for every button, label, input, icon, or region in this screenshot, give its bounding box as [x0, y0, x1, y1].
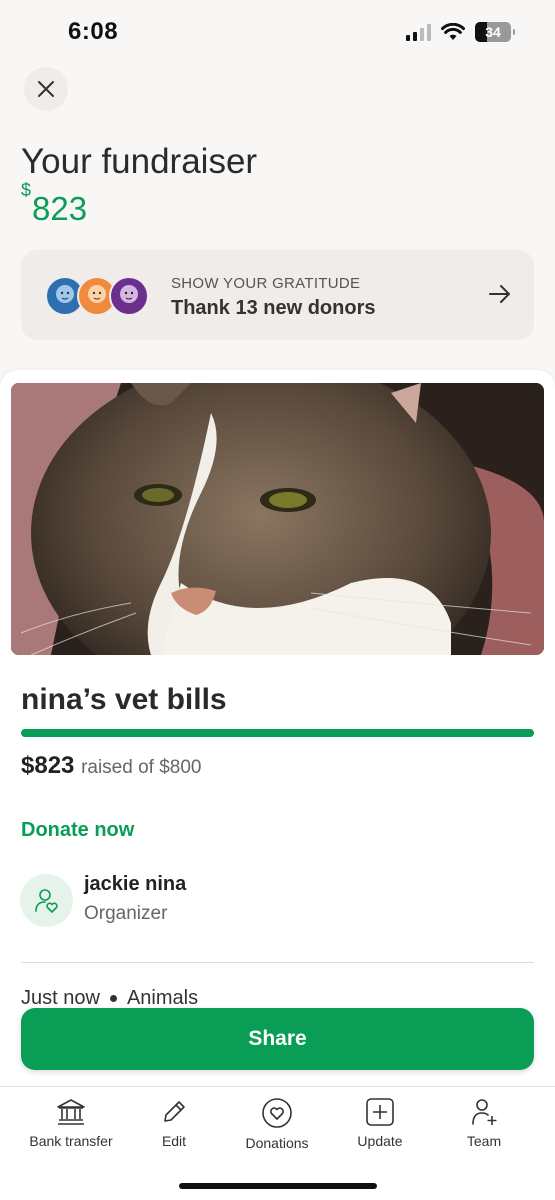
gratitude-kicker: SHOW YOUR GRATITUDE [171, 275, 361, 292]
tab-label: Bank transfer [29, 1133, 113, 1149]
gratitude-text: Thank 13 new donors [171, 297, 376, 319]
tab-label: Team [466, 1133, 502, 1149]
raised-summary: $823 raised of $800 [21, 752, 201, 780]
status-icons: 34 [406, 22, 515, 42]
share-button[interactable]: Share [21, 1008, 534, 1070]
donate-now-link[interactable]: Donate now [21, 819, 134, 842]
amount-value: 823 [32, 190, 88, 227]
add-person-icon [472, 1099, 497, 1125]
person-heart-icon [34, 888, 58, 913]
currency-symbol: $ [21, 180, 32, 200]
tab-label: Update [357, 1133, 403, 1149]
tab-edit[interactable]: Edit [119, 1097, 229, 1149]
status-bar: 6:08 34 [0, 0, 555, 66]
wifi-icon [441, 23, 465, 40]
tab-label: Edit [161, 1133, 187, 1149]
pencil-icon [164, 1101, 185, 1122]
fundraiser-meta: Just now Animals [21, 987, 198, 1010]
organizer-name: jackie nina [84, 873, 187, 895]
dot-separator [109, 995, 117, 1002]
organizer-avatar [20, 874, 73, 927]
arrow-right-icon [489, 285, 510, 303]
thank-donors-card[interactable]: SHOW YOUR GRATITUDE Thank 13 new donors [21, 250, 534, 340]
page-title: Your fundraiser [21, 142, 258, 181]
tab-label: Donations [245, 1135, 309, 1151]
battery-icon: 34 [475, 22, 515, 42]
raised-goal: raised of $800 [81, 757, 202, 778]
donor-avatars [45, 276, 149, 316]
divider [21, 962, 534, 963]
tab-donations[interactable]: Donations [222, 1097, 332, 1151]
fundraiser-photo [11, 383, 544, 655]
bank-icon [57, 1099, 85, 1125]
fundraiser-title: nina’s vet bills [21, 683, 227, 716]
fundraiser-total: $823 [21, 180, 88, 228]
battery-level: 34 [485, 24, 501, 40]
posted-time: Just now [21, 987, 100, 1009]
organizer-role: Organizer [84, 903, 168, 924]
progress-bar [21, 729, 534, 737]
raised-amount: $823 [21, 752, 75, 779]
tab-team[interactable]: Team [429, 1097, 539, 1149]
plus-square-icon [366, 1098, 394, 1126]
category: Animals [126, 987, 199, 1009]
tab-bank-transfer[interactable]: Bank transfer [16, 1097, 126, 1149]
tab-update[interactable]: Update [325, 1097, 435, 1149]
close-icon [38, 81, 54, 97]
cellular-signal-icon [406, 23, 431, 41]
status-time: 6:08 [68, 18, 119, 45]
donor-avatar-icon [109, 276, 149, 316]
home-indicator [179, 1183, 377, 1189]
heart-circle-icon [262, 1098, 292, 1128]
close-button[interactable] [24, 67, 68, 111]
